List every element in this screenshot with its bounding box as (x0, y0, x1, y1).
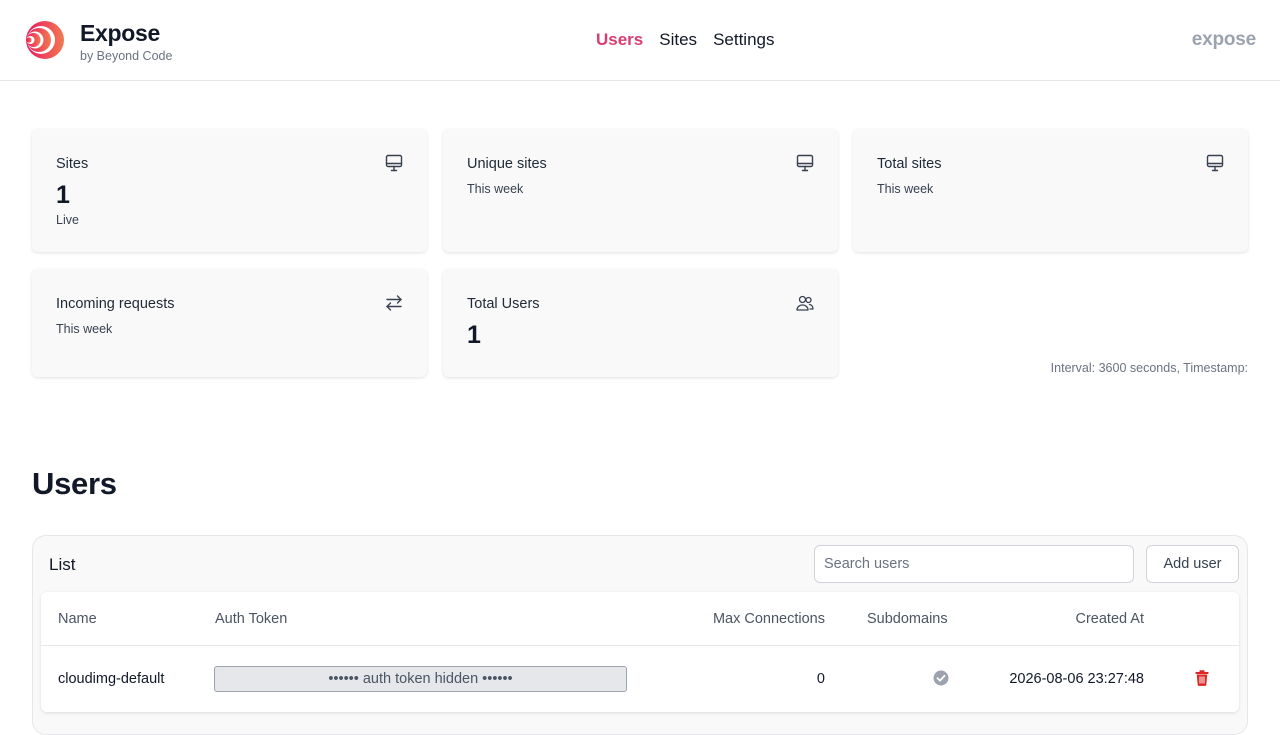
column-header-subdomains[interactable]: Subdomains (867, 610, 948, 628)
stat-card-total-sites: Total sites This week (853, 129, 1248, 252)
stat-card-sites: Sites 1 Live (32, 129, 427, 252)
brand-text: Expose by Beyond Code (80, 19, 172, 64)
monitor-icon (796, 154, 814, 172)
column-header-max-connections[interactable]: Max Connections (713, 610, 825, 628)
list-title: List (49, 555, 76, 574)
brand[interactable]: Expose by Beyond Code (24, 19, 172, 64)
user-name: cloudimg-default (58, 671, 165, 687)
column-header-name[interactable]: Name (58, 610, 97, 628)
expose-logo-icon (26, 21, 64, 59)
table-header-divider (41, 645, 1239, 646)
stat-card-total-users: Total Users 1 (443, 269, 838, 377)
stat-value: 1 (467, 321, 481, 349)
users-heading: Users (32, 466, 117, 501)
expose-wordmark[interactable]: expose (1192, 29, 1256, 51)
arrows-exchange-icon (386, 295, 402, 311)
stat-title: Sites (56, 156, 89, 172)
stat-subtitle: This week (877, 182, 934, 196)
stat-card-incoming-requests: Incoming requests This week (32, 269, 427, 377)
search-users-input[interactable] (814, 545, 1134, 583)
nav-users[interactable]: Users (596, 29, 643, 51)
auth-token-hidden[interactable]: •••••• auth token hidden •••••• (214, 666, 627, 692)
brand-name: Expose (80, 20, 161, 46)
stat-title: Unique sites (467, 156, 547, 172)
monitor-icon (385, 154, 403, 172)
check-circle-icon (933, 670, 949, 686)
add-user-button[interactable]: Add user (1146, 545, 1239, 583)
interval-info: Interval: 3600 seconds, Timestamp: (1050, 361, 1248, 375)
stat-title: Total sites (877, 156, 942, 172)
stat-card-unique-sites: Unique sites This week (443, 129, 838, 252)
stat-title: Incoming requests (56, 296, 175, 312)
max-connections-value: 0 (816, 671, 825, 687)
stat-title: Total Users (467, 296, 540, 312)
main-nav: Users Sites Settings (596, 29, 775, 51)
nav-sites[interactable]: Sites (659, 29, 697, 51)
column-header-created-at[interactable]: Created At (1075, 610, 1144, 628)
stat-subtitle: Live (56, 213, 79, 227)
users-panel: List Add user Name Auth Token Max Connec… (32, 535, 1248, 735)
stat-subtitle: This week (467, 182, 524, 196)
nav-settings[interactable]: Settings (713, 29, 774, 51)
stat-value: 1 (56, 181, 70, 209)
column-header-auth-token[interactable]: Auth Token (215, 610, 287, 628)
users-table: Name Auth Token Max Connections Subdomai… (41, 592, 1239, 712)
brand-byline: by Beyond Code (80, 49, 173, 63)
stat-subtitle: This week (56, 322, 113, 336)
monitor-icon (1206, 154, 1224, 172)
created-at-value: 2026-08-06 23:27:48 (1009, 671, 1144, 687)
top-header: Expose by Beyond Code Users Sites Settin… (0, 0, 1280, 81)
users-icon (796, 295, 814, 311)
trash-icon[interactable] (1195, 670, 1209, 686)
